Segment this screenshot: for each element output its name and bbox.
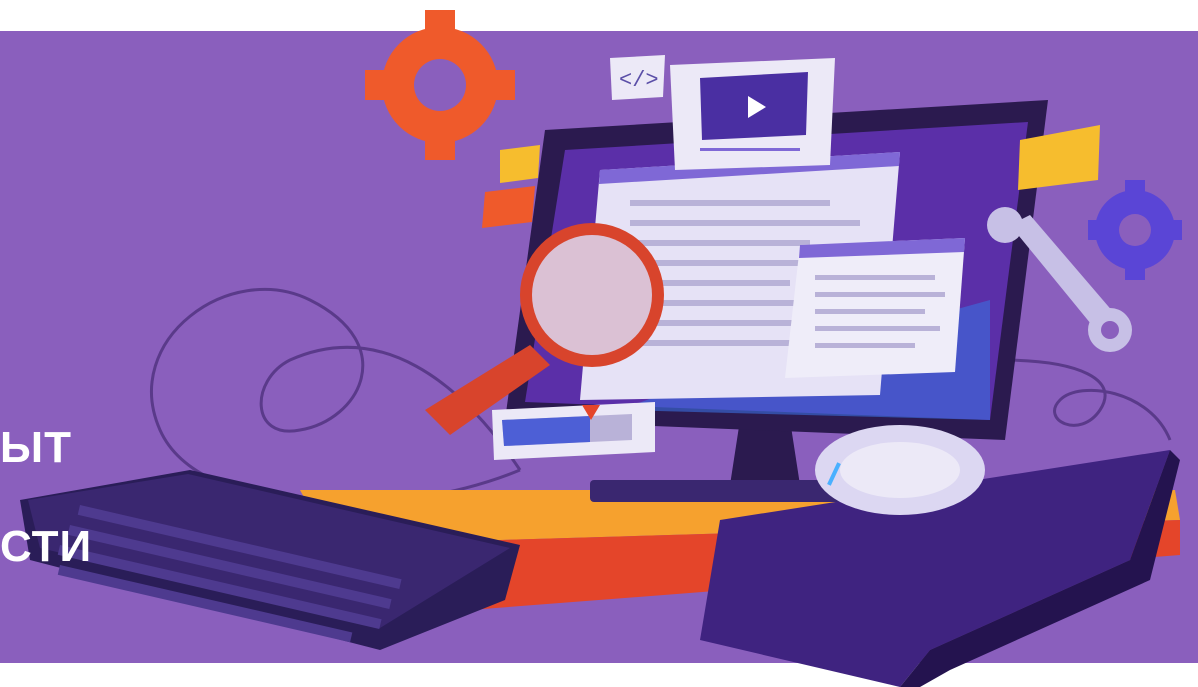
orange-tile-left <box>482 186 535 228</box>
code-tag-icon: </> <box>619 68 659 93</box>
progress-card <box>492 402 655 460</box>
headline-line-1: ЫТ <box>0 423 72 472</box>
video-player-card <box>670 58 835 170</box>
yellow-tile-left <box>500 145 540 183</box>
secondary-window <box>785 238 965 378</box>
headline-line-2: СТИ <box>0 522 93 571</box>
computer-mouse <box>815 425 985 515</box>
orange-gear-icon <box>365 10 515 160</box>
right-cable <box>999 358 1172 441</box>
code-tag-card: </> <box>610 55 665 100</box>
banner-canvas: </> ЫТ СТИ <box>0 0 1198 687</box>
illustration: </> <box>20 10 1182 687</box>
blue-gear-icon <box>1088 180 1182 280</box>
